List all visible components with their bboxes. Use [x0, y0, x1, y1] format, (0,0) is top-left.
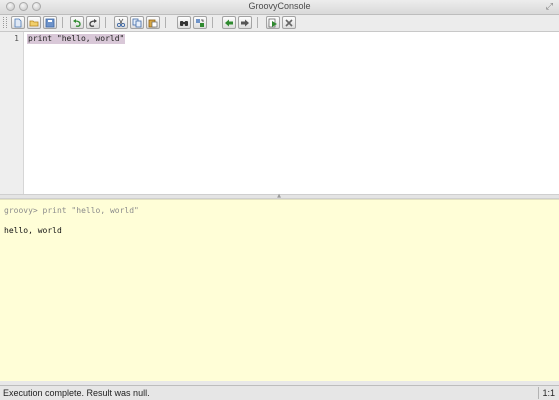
- status-bar: Execution complete. Result was null. 1:1: [0, 385, 559, 400]
- paste-button[interactable]: [146, 16, 160, 29]
- line-number: 1: [14, 34, 19, 43]
- toolbar-separator: [257, 17, 258, 28]
- copy-icon: [132, 18, 142, 28]
- output-result: hello, world: [4, 226, 62, 235]
- find-button[interactable]: [177, 16, 191, 29]
- paste-clipboard-icon: [148, 19, 158, 28]
- stop-x-icon: [285, 19, 293, 27]
- new-document-icon: [14, 18, 22, 28]
- replace-button[interactable]: [193, 16, 207, 29]
- window-title: GroovyConsole: [248, 1, 311, 11]
- toolbar-grip[interactable]: [3, 17, 7, 28]
- run-script-button[interactable]: [266, 16, 280, 29]
- save-file-button[interactable]: [43, 16, 57, 29]
- copy-button[interactable]: [130, 16, 144, 29]
- history-previous-button[interactable]: [222, 16, 236, 29]
- toolbar-separator: [165, 17, 166, 28]
- toolbar: [0, 15, 559, 32]
- status-message: Execution complete. Result was null.: [3, 388, 150, 398]
- code-line[interactable]: print "hello, world": [27, 34, 126, 44]
- redo-button[interactable]: [86, 16, 100, 29]
- history-next-button[interactable]: [238, 16, 252, 29]
- toolbar-separator: [212, 17, 213, 28]
- binoculars-icon: [180, 21, 188, 26]
- undo-button[interactable]: [70, 16, 84, 29]
- interrupt-script-button[interactable]: [282, 16, 296, 29]
- output-pane[interactable]: groovy> print "hello, world" hello, worl…: [0, 199, 559, 381]
- status-separator: [538, 387, 539, 399]
- caret-position: 1:1: [542, 388, 555, 398]
- cut-button[interactable]: [114, 16, 128, 29]
- fullscreen-icon[interactable]: ⤢: [546, 2, 553, 12]
- scissors-icon: [116, 18, 126, 28]
- open-folder-icon: [29, 20, 39, 27]
- line-number-gutter: 1: [0, 32, 24, 194]
- script-editor[interactable]: 1 print "hello, world": [0, 32, 559, 194]
- redo-arrow-icon: [89, 19, 97, 27]
- history-forward-icon: [241, 19, 249, 27]
- find-replace-icon: [196, 19, 204, 27]
- save-disk-icon: [45, 18, 55, 28]
- groovy-console-window: GroovyConsole ⤢ 1 print "hello, world" ▲…: [0, 0, 559, 400]
- run-script-icon: [268, 18, 277, 28]
- output-command-echo: groovy> print "hello, world": [4, 206, 139, 215]
- title-bar: GroovyConsole ⤢: [0, 0, 559, 15]
- undo-arrow-icon: [73, 19, 81, 27]
- divider-grip-icon[interactable]: ▲: [277, 194, 281, 199]
- toolbar-separator: [105, 17, 106, 28]
- toolbar-separator: [62, 17, 63, 28]
- open-file-button[interactable]: [27, 16, 41, 29]
- new-file-button[interactable]: [11, 16, 25, 29]
- history-back-icon: [225, 19, 233, 27]
